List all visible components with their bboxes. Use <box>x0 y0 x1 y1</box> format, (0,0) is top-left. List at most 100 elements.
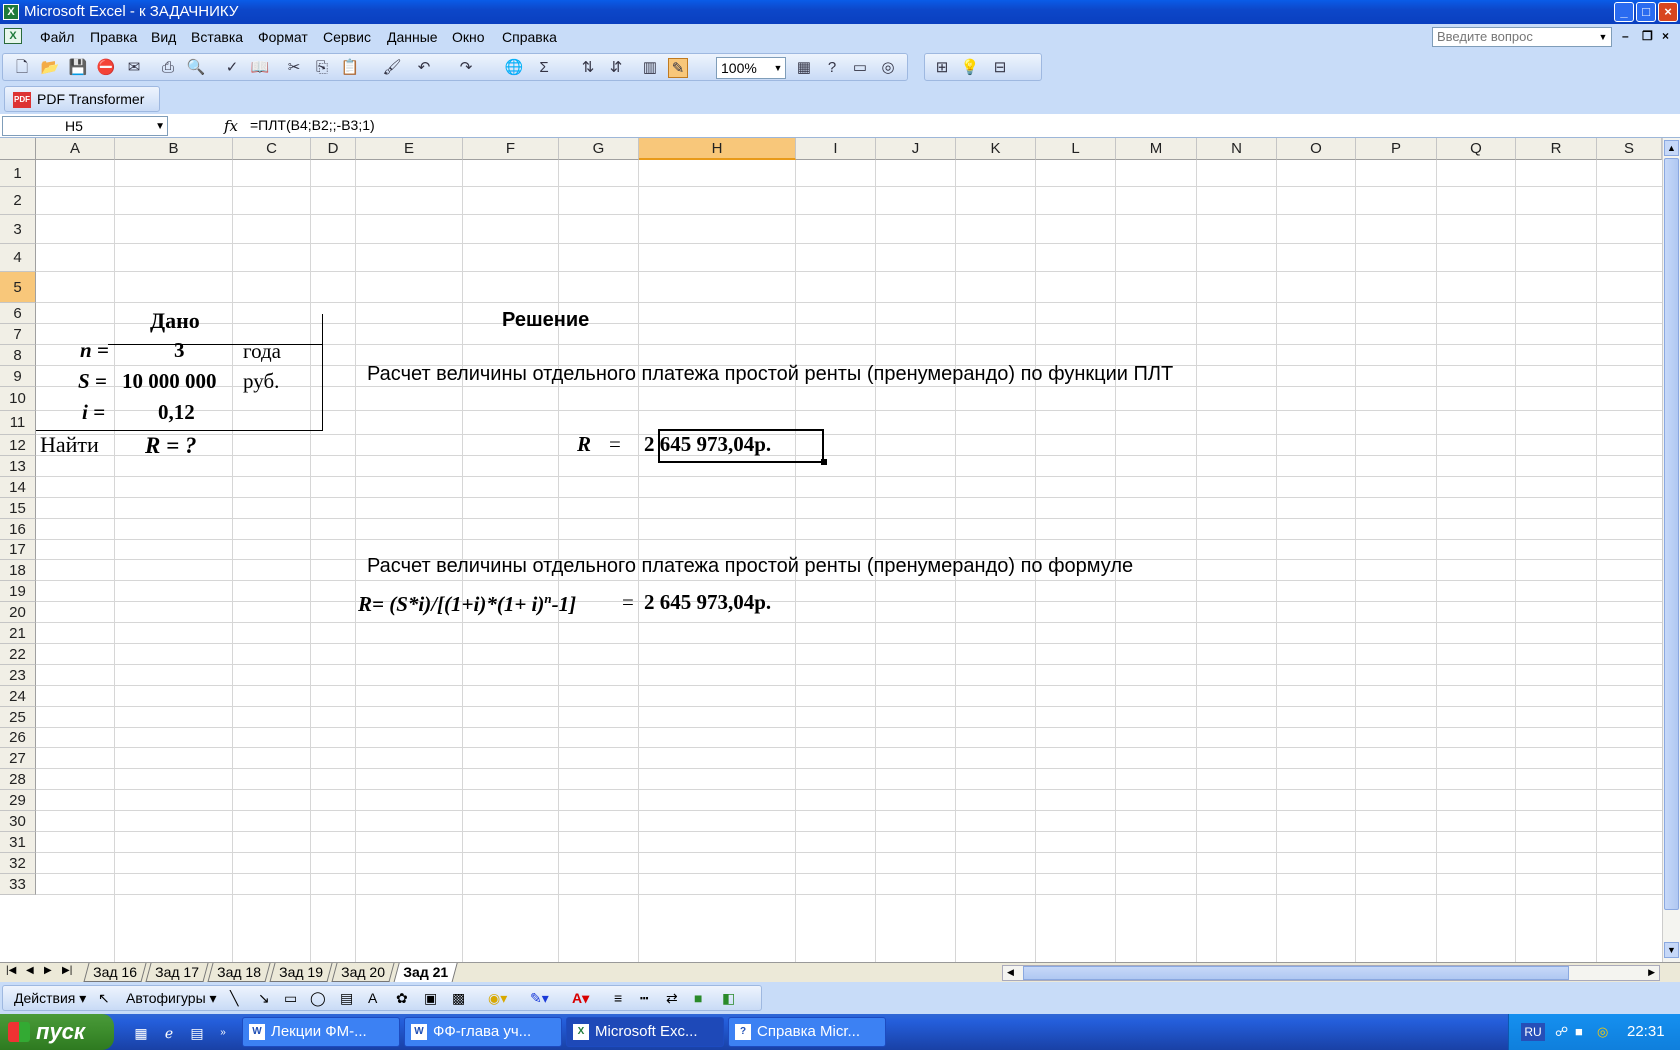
sheet-tab[interactable]: Зад 19 <box>269 963 333 982</box>
menu-insert[interactable]: Вставка <box>191 29 243 45</box>
cell-n-label[interactable]: n = <box>80 340 109 361</box>
column-header-e[interactable]: E <box>356 138 463 160</box>
row-header-33[interactable]: 33 <box>0 874 36 895</box>
scroll-right-icon[interactable]: ▶ <box>1648 967 1655 978</box>
close-button[interactable]: × <box>1658 2 1678 22</box>
borders-icon[interactable]: ⊞ <box>932 58 952 78</box>
menu-edit[interactable]: Правка <box>90 29 137 45</box>
chevron-down-icon[interactable]: ▼ <box>772 59 784 77</box>
formula-input[interactable]: =ПЛТ(B4;B2;;-B3;1) <box>250 117 375 133</box>
task-button[interactable]: W Лекции ФМ-... <box>242 1017 400 1047</box>
cell-formula-eq[interactable]: = <box>622 592 634 613</box>
menu-tools[interactable]: Сервис <box>323 29 371 45</box>
row-header-20[interactable]: 20 <box>0 602 36 623</box>
language-indicator[interactable]: RU <box>1521 1023 1545 1041</box>
cell-r-value[interactable]: 2 645 973,04р. <box>644 434 771 455</box>
doc-minimize-button[interactable]: – <box>1622 29 1629 43</box>
row-header-28[interactable]: 28 <box>0 769 36 790</box>
print-preview-icon[interactable]: 🔍 <box>186 58 206 78</box>
menu-view[interactable]: Вид <box>151 29 176 45</box>
row-header-3[interactable]: 3 <box>0 215 36 244</box>
menu-data[interactable]: Данные <box>387 29 438 45</box>
last-sheet-icon[interactable]: ▶| <box>62 965 72 976</box>
first-sheet-icon[interactable]: |◀ <box>6 965 16 976</box>
clipart-icon[interactable]: ▣ <box>424 990 437 1007</box>
row-header-26[interactable]: 26 <box>0 728 36 748</box>
arrow-style-icon[interactable]: ⇄ <box>666 990 678 1007</box>
row-header-31[interactable]: 31 <box>0 832 36 853</box>
menu-format[interactable]: Формат <box>258 29 308 45</box>
row-header-8[interactable]: 8 <box>0 345 36 366</box>
select-objects-icon[interactable]: ↖ <box>98 990 110 1007</box>
permission-icon[interactable]: ⛔ <box>96 58 116 78</box>
menu-file[interactable]: Файл <box>40 29 74 45</box>
chart-wizard-icon[interactable]: ▥ <box>640 58 660 78</box>
row-header-12[interactable]: 12 <box>0 435 36 456</box>
cell-calc-plt-text[interactable]: Расчет величины отдельного платежа прост… <box>367 364 1173 384</box>
quicklaunch-more-icon[interactable]: » <box>214 1024 232 1042</box>
row-header-1[interactable]: 1 <box>0 160 36 187</box>
row-header-24[interactable]: 24 <box>0 686 36 707</box>
fill-handle[interactable] <box>821 459 827 465</box>
column-header-c[interactable]: C <box>233 138 311 160</box>
scroll-up-icon[interactable]: ▲ <box>1664 140 1679 156</box>
save-icon[interactable]: 💾 <box>68 58 88 78</box>
vertical-scrollbar[interactable]: ▲ ▼ <box>1662 138 1680 962</box>
row-header-15[interactable]: 15 <box>0 498 36 519</box>
cell-r-label[interactable]: R <box>577 434 591 455</box>
sort-ascending-icon[interactable]: ⇅ <box>578 58 598 78</box>
row-header-13[interactable]: 13 <box>0 456 36 477</box>
row-header-27[interactable]: 27 <box>0 748 36 769</box>
column-header-s[interactable]: S <box>1597 138 1662 160</box>
scroll-left-icon[interactable]: ◀ <box>1007 967 1014 978</box>
new-document-icon[interactable]: 🗋 <box>12 58 32 78</box>
cell-n-value[interactable]: 3 <box>174 340 185 361</box>
oval-icon[interactable]: ◯ <box>310 990 326 1007</box>
row-header-9[interactable]: 9 <box>0 366 36 387</box>
print-icon[interactable]: ⎙ <box>158 58 178 78</box>
table-borders-icon[interactable]: ⊟ <box>990 58 1010 78</box>
doc-restore-button[interactable]: ❐ <box>1642 29 1653 43</box>
cell-i-value[interactable]: 0,12 <box>158 402 195 423</box>
cell-s-unit[interactable]: руб. <box>243 371 279 392</box>
grid-view-icon[interactable]: ▦ <box>794 58 814 78</box>
column-header-d[interactable]: D <box>311 138 356 160</box>
doc-close-button[interactable]: × <box>1662 29 1669 43</box>
column-header-r[interactable]: R <box>1516 138 1597 160</box>
sheet-tab[interactable]: Зад 20 <box>331 963 395 982</box>
cell-i-label[interactable]: i = <box>82 402 105 423</box>
cell-r-eq[interactable]: = <box>609 434 621 455</box>
zoom-select[interactable]: 100% ▼ <box>716 57 786 79</box>
3d-icon[interactable]: ◧ <box>722 990 735 1007</box>
copy-icon[interactable]: ⎘ <box>312 58 332 78</box>
ie-icon[interactable]: ℯ <box>160 1024 178 1042</box>
cell-calc-formula-text[interactable]: Расчет величины отдельного платежа прост… <box>367 556 1133 576</box>
flag-icon[interactable]: ■ <box>1575 1024 1583 1039</box>
cell-find-value[interactable]: R = ? <box>145 434 196 457</box>
fill-color-icon[interactable]: ◉▾ <box>488 990 507 1007</box>
chevron-down-icon[interactable]: ▼ <box>1596 29 1610 45</box>
cell-formula-value[interactable]: 2 645 973,04р. <box>644 592 771 613</box>
redo-icon[interactable]: ↷ <box>456 58 476 78</box>
row-header-21[interactable]: 21 <box>0 623 36 644</box>
email-icon[interactable]: ✉ <box>124 58 144 78</box>
minimize-button[interactable]: _ <box>1614 2 1634 22</box>
document-icon[interactable]: X <box>4 28 22 44</box>
media-icon[interactable]: ▤ <box>188 1024 206 1042</box>
diagram-icon[interactable]: ✿ <box>396 990 408 1007</box>
cell-solution-title[interactable]: Решение <box>502 310 589 330</box>
row-header-22[interactable]: 22 <box>0 644 36 665</box>
column-header-b[interactable]: B <box>115 138 233 160</box>
format-painter-icon[interactable]: 🖌 <box>382 58 402 78</box>
row-header-17[interactable]: 17 <box>0 540 36 560</box>
drawing-icon[interactable]: ✎ <box>668 58 688 78</box>
column-header-o[interactable]: O <box>1277 138 1356 160</box>
column-header-l[interactable]: L <box>1036 138 1116 160</box>
shadow-icon[interactable]: ■ <box>694 990 702 1006</box>
column-header-n[interactable]: N <box>1197 138 1277 160</box>
column-header-i[interactable]: I <box>796 138 876 160</box>
sheet-tab[interactable]: Зад 18 <box>207 963 271 982</box>
spreadsheet-grid[interactable]: ABCDEFGHIJKLMNOPQRS 1 2 3 4 5 6 7 8 9 10 11 12 13 14 1… <box>0 138 1662 962</box>
cell-formula[interactable]: R= (S*i)/[(1+i)*(1+ i)n-1] <box>358 592 576 615</box>
scroll-down-icon[interactable]: ▼ <box>1664 942 1679 958</box>
